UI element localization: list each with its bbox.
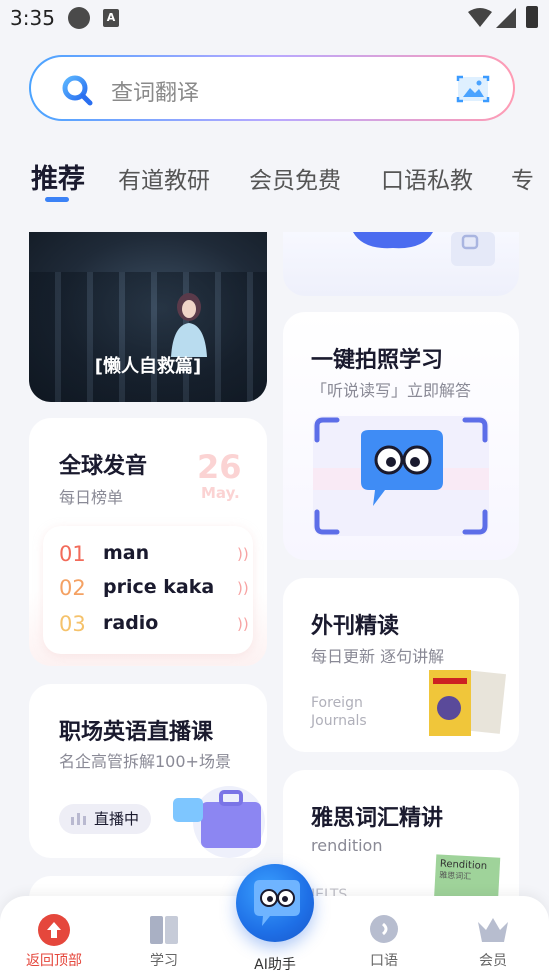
signal-icon [496,8,516,28]
book-subtitle: 雅思词汇 [439,870,472,882]
status-time: 3:35 [10,6,55,30]
word-text: price kaka [103,576,215,598]
audio-play-icon[interactable]: )) [237,615,249,633]
movie-card[interactable]: [懒人自救篇] [29,232,267,402]
card-title: 雅思词汇精讲 [311,806,444,831]
search-placeholder: 查词翻译 [111,81,200,106]
ghost-line: Journals [311,713,367,729]
card-title: 一键拍照学习 [311,348,444,373]
rank-number: 01 [59,542,86,566]
nav-label: 口语 [370,953,398,969]
nav-label: 学习 [150,953,178,969]
rank-number: 03 [59,612,86,636]
foreign-journal-card[interactable]: 外刊精读 每日更新 逐句讲解 Foreign Journals [283,578,519,752]
ai-mascot-icon [254,880,300,926]
list-item[interactable]: 03 radio )) [59,612,249,642]
live-label: 直播中 [94,810,140,828]
tab-active-indicator [45,197,69,202]
rank-number: 02 [59,576,86,600]
feature-card-top[interactable] [283,232,519,296]
app-notification-icon: A [103,9,119,27]
wifi-icon [468,8,492,27]
search-icon [62,75,93,106]
audio-play-icon[interactable]: )) [237,545,249,563]
arrow-up-icon [38,914,70,946]
card-subtitle: 每日更新 逐句讲解 [311,647,445,666]
workplace-english-card[interactable]: 职场英语直播课 名企高管拆解100+场景 直播中 [29,684,267,858]
ai-mascot-icon [361,430,443,506]
card-subtitle: 名企高管拆解100+场景 [59,752,231,771]
speech-bubble-icon [370,915,398,943]
live-bars-icon [71,813,86,825]
date-day: 26 [197,448,242,486]
ghost-line: Foreign [311,695,363,711]
word-text: radio [103,612,159,634]
tab-more[interactable]: 专 [511,161,534,195]
notification-dot-icon [68,7,90,29]
journal-ghost-text: Foreign Journals [311,694,367,730]
girl-illustration [171,293,207,357]
nav-label: 返回顶部 [26,953,82,969]
tab-recommend[interactable]: 推荐 [31,157,85,196]
briefcase-ai-icon [173,786,265,858]
ai-assistant-button[interactable] [236,864,314,942]
live-badge[interactable]: 直播中 [59,804,151,834]
chat-bubble-icon [353,232,433,249]
tab-member-free[interactable]: 会员免费 [249,161,341,195]
magazine-covers-image [429,670,507,736]
tab-speaking-tutor[interactable]: 口语私教 [381,161,473,195]
category-tabs: 推荐 有道教研 会员免费 口语私教 专 [0,155,549,205]
search-bar[interactable]: 查词翻译 [29,55,515,121]
date-month: May. [201,484,240,502]
global-pronunciation-card[interactable]: 全球发音 每日榜单 26 May. 01 man )) 02 price kak… [29,418,267,666]
audio-play-icon[interactable]: )) [237,579,249,597]
card-subtitle: rendition [311,836,383,855]
book-icon [150,916,178,944]
card-title: 全球发音 [59,454,148,479]
photo-scan-icon [451,232,495,266]
nav-label-ai: AI助手 [254,957,296,973]
tab-youdao-research[interactable]: 有道教研 [118,161,210,195]
list-item[interactable]: 01 man )) [59,542,249,572]
movie-caption: [懒人自救篇] [94,356,202,377]
card-subtitle: 每日榜单 [59,488,124,507]
list-item[interactable]: 02 price kaka )) [59,576,249,606]
card-title: 职场英语直播课 [59,720,214,745]
crown-icon [478,918,508,942]
theater-seats-image [29,272,267,402]
image-search-icon[interactable] [455,71,491,107]
word-text: man [103,542,150,564]
battery-icon [526,6,538,28]
card-subtitle: 「听说读写」立即解答 [311,381,472,400]
word-ranking-list: 01 man )) 02 price kaka )) 03 radio )) [43,526,253,654]
status-bar: 3:35 A [0,0,549,36]
photo-learning-card[interactable]: 一键拍照学习 「听说读写」立即解答 [283,312,519,560]
nav-label: 会员 [479,953,507,969]
card-title: 外刊精读 [311,614,400,639]
